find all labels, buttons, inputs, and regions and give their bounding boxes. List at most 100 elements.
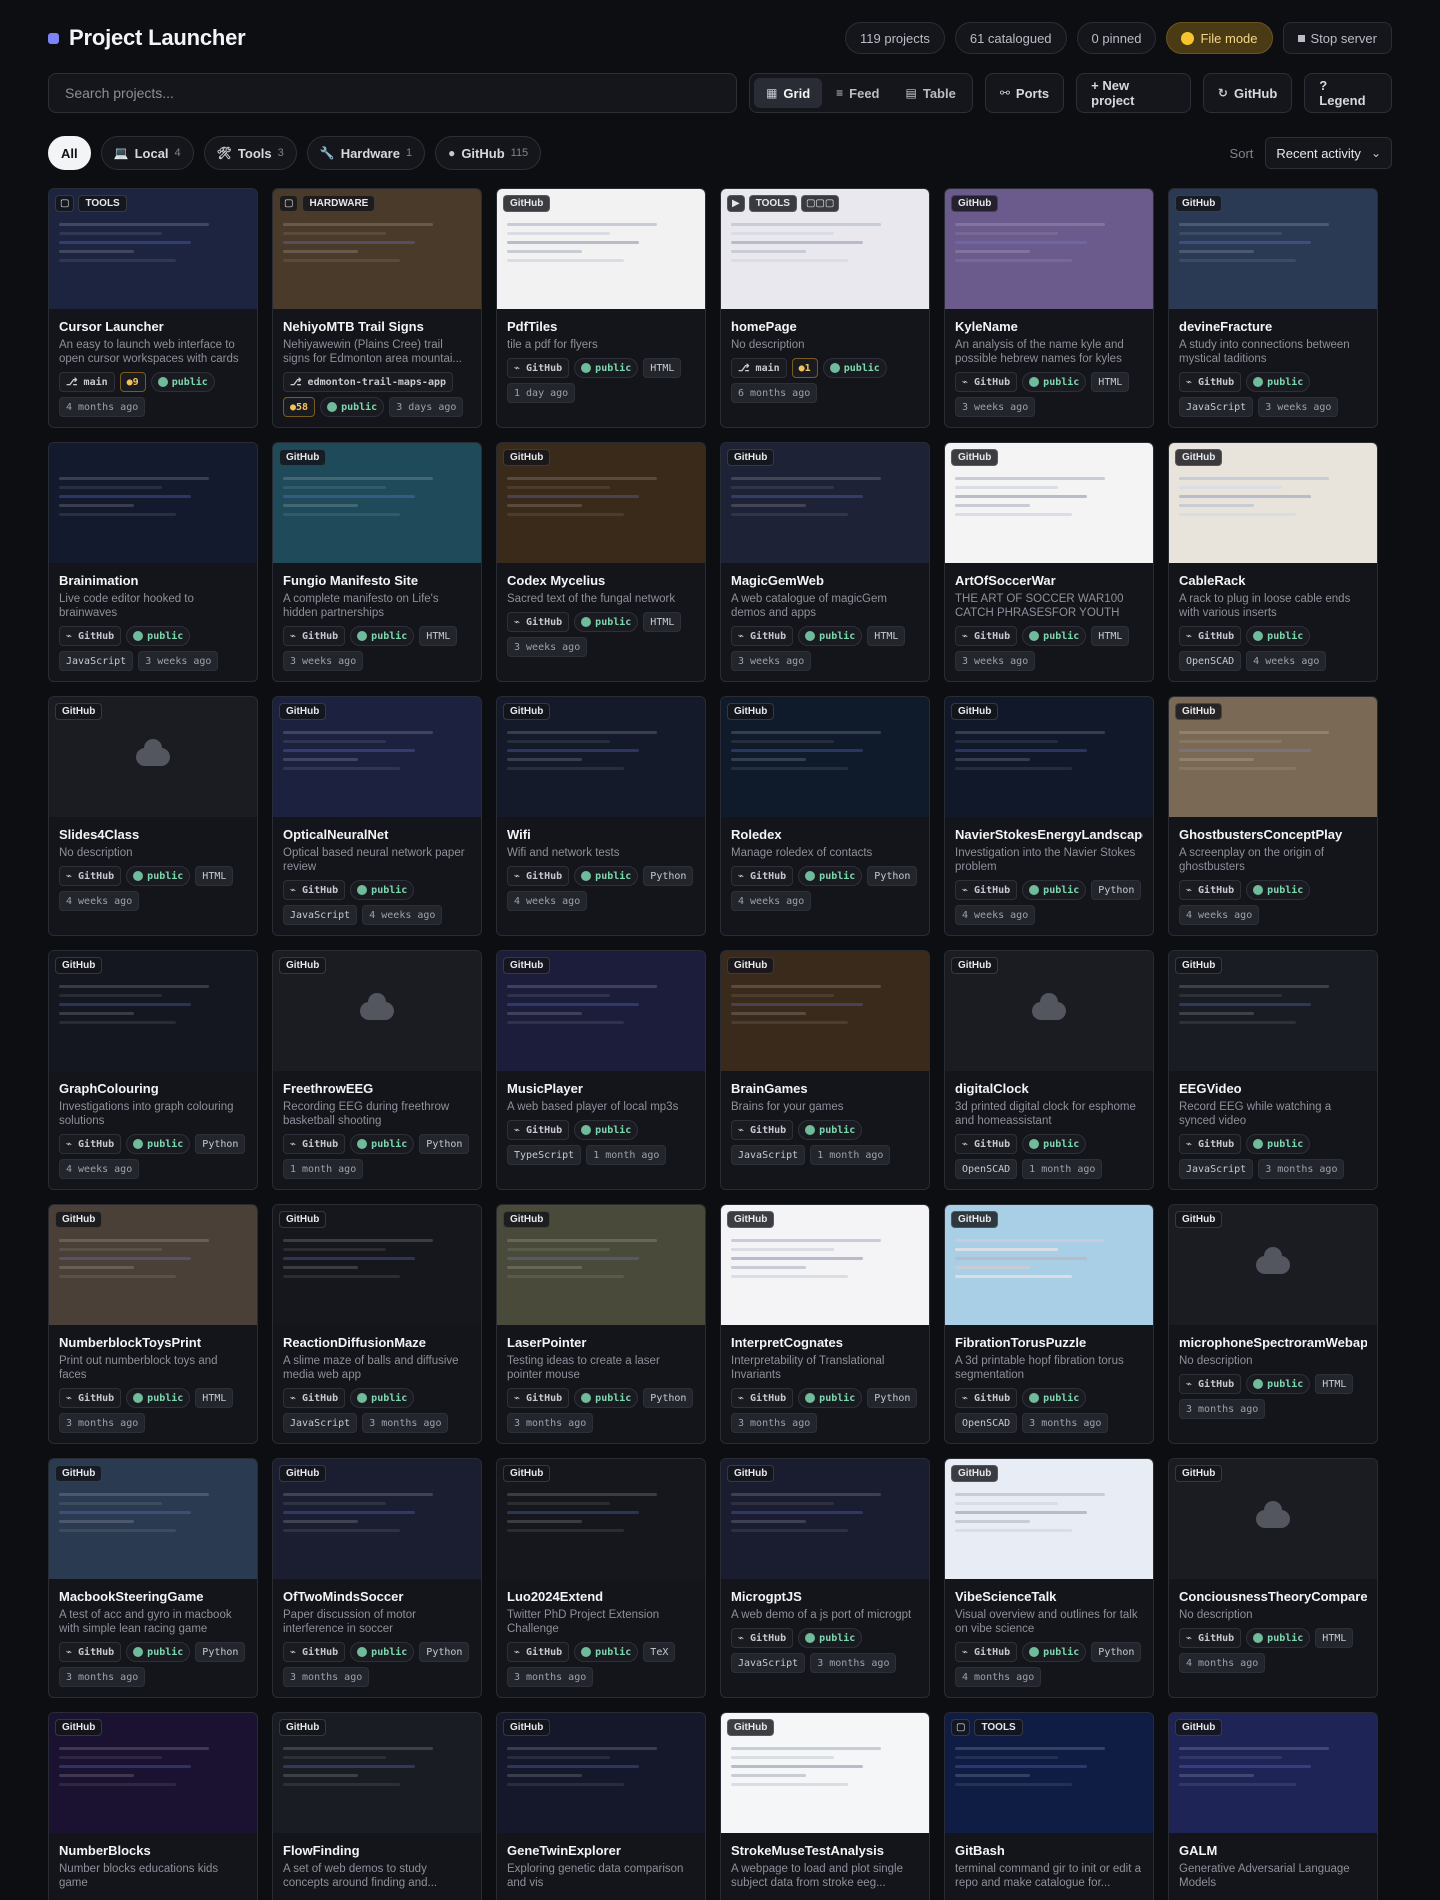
filter-tools-chip[interactable]: 🛠 Tools 3 [203,136,297,170]
view-feed-button[interactable]: ≡ Feed [824,78,891,108]
legend-button[interactable]: ? Legend [1304,73,1392,113]
preview-line [955,250,1031,253]
card-badges: GitHub [279,1465,327,1482]
project-card[interactable]: GitHub NumberblockToysPrint Print out numb… [48,1204,258,1444]
project-card[interactable]: GitHub Codex Mycelius Sacred text of the f… [496,442,706,682]
project-card[interactable]: GitHub MicrogptJS A web demo of a js port … [720,1458,930,1698]
project-card[interactable]: GitHub Wifi Wifi and network tests ⌁ GitHub… [496,696,706,936]
globe-icon [327,402,338,412]
project-card[interactable]: ▢ TOOLS GitBash terminal command gir to ini… [944,1712,1154,1900]
ports-button[interactable]: ⚯ Ports [984,73,1065,113]
sort-select[interactable]: Recent activity ⌄ [1265,137,1392,169]
preview-line [955,1783,1072,1786]
filter-tools-count: 3 [277,147,284,159]
preview-line [283,1783,400,1786]
project-card[interactable]: GitHub VibeScienceTalk Visual overview and… [944,1458,1154,1698]
thumbnail-preview [59,223,247,268]
new-project-button[interactable]: + New project [1076,73,1191,113]
project-card[interactable]: GitHub FibrationTorusPuzzle A 3d printable… [944,1204,1154,1444]
stop-server-button[interactable]: Stop server [1282,22,1392,54]
visibility-tag: public [798,1628,863,1648]
project-card[interactable]: GitHub ReactionDiffusionMaze A slime maze … [272,1204,482,1444]
preview-line [731,232,835,235]
filter-local-chip[interactable]: 💻 Local 4 [100,136,194,170]
project-card[interactable]: GitHub EEGVideo Record EEG while watching … [1168,950,1378,1190]
view-table-button[interactable]: ▤ Table [894,78,968,108]
visibility-tag: public [798,626,863,646]
project-card[interactable]: GitHub GeneTwinExplorer Exploring genetic … [496,1712,706,1900]
project-card[interactable]: GitHub devineFracture A study into connect… [1168,188,1378,428]
project-card[interactable]: GitHub MusicPlayer A web based player of l… [496,950,706,1190]
view-grid-button[interactable]: ▦ Grid [754,78,823,108]
project-thumbnail: GitHub [721,1205,929,1325]
filter-all-chip[interactable]: All [48,136,91,170]
preview-line [507,1502,611,1505]
filter-hardware-chip[interactable]: 🔧 Hardware 1 [306,136,426,170]
filter-local-label: Local [134,145,169,161]
language-tag: Python [195,1134,246,1154]
project-card[interactable]: GitHub StrokeMuseTestAnalysis A webpage to… [720,1712,930,1900]
project-card[interactable]: GitHub BrainGames Brains for your games ⌁ G… [720,950,930,1190]
project-card[interactable]: GitHub GraphColouring Investigations into … [48,950,258,1190]
file-mode-button[interactable]: File mode [1166,22,1273,54]
project-card[interactable]: GitHub CableRack A rack to plug in loose c… [1168,442,1378,682]
project-card[interactable]: GitHub Luo2024Extend Twitter PhD Project E… [496,1458,706,1698]
filter-github-chip[interactable]: ● GitHub 115 [435,136,542,170]
project-card[interactable]: GitHub InterpretCognates Interpretability … [720,1204,930,1444]
preview-line [59,985,210,988]
preview-line [507,495,639,498]
project-card[interactable]: GitHub FreethrowEEG Recording EEG during f… [272,950,482,1190]
project-card[interactable]: GitHub MacbookSteeringGame A test of acc a… [48,1458,258,1698]
visibility-tag: public [574,612,639,632]
project-card[interactable]: GitHub ConciousnessTheoryCompare No descri… [1168,1458,1378,1698]
preview-line [59,1765,191,1768]
project-card[interactable]: GitHub NavierStokesEnergyLandscape Investi… [944,696,1154,936]
thumbnail-preview [507,1239,695,1284]
card-tags: ⌁ GitHub public JavaScript 1 month ago [731,1120,919,1165]
project-card[interactable]: GitHub GALM Generative Adversarial Languag… [1168,1712,1378,1900]
thumbnail-preview [731,477,919,522]
preview-line [955,1248,1059,1251]
github-tag: ⌁ GitHub [731,1628,794,1648]
view-switcher: ▦ Grid ≡ Feed ▤ Table [749,73,973,113]
project-card[interactable]: GitHub Fungio Manifesto Site A complete ma… [272,442,482,682]
project-description: Brains for your games [731,1101,844,1113]
project-card[interactable]: GitHub ArtOfSoccerWar THE ART OF SOCCER WA… [944,442,1154,682]
globe-icon [1253,1139,1264,1149]
preview-line [59,486,163,489]
preview-line [1179,250,1255,253]
visibility-tag: public [126,866,191,886]
project-card[interactable]: GitHub digitalClock 3d printed digital clo… [944,950,1154,1190]
project-title: CableRack [1179,573,1246,588]
github-label: GitHub [1233,85,1278,101]
project-description: Interpretability of Translational Invari… [731,1355,885,1381]
project-card[interactable]: GitHub PdfTiles tile a pdf for flyers ⌁ Git… [496,188,706,428]
project-card[interactable]: GitHub OpticalNeuralNet Optical based neur… [272,696,482,936]
project-card[interactable]: GitHub microphoneSpectroramWebapp No descr… [1168,1204,1378,1444]
card-badges: GitHub [55,703,103,720]
project-card[interactable]: GitHub OfTwoMindsSoccer Paper discussion o… [272,1458,482,1698]
preview-line [507,259,624,262]
project-card[interactable]: ▶ TOOLS ▢▢▢ homePage No description ⎇ main ●1 p… [720,188,930,428]
project-card[interactable]: GitHub FlowFinding A set of web demos to s… [272,1712,482,1900]
project-card[interactable]: ▢ HARDWARE NehiyoMTB Trail Signs Nehiyawewi… [272,188,482,428]
project-card[interactable]: Brainimation Live code editor hooked to b… [48,442,258,682]
project-card[interactable]: ▢ TOOLS Cursor Launcher An easy to launch w… [48,188,258,428]
project-card[interactable]: GitHub NumberBlocks Number blocks educatio… [48,1712,258,1900]
card-body: BrainGames Brains for your games ⌁ GitHub p… [721,1071,929,1173]
project-card[interactable]: GitHub Slides4Class No description ⌁ GitHub… [48,696,258,936]
language-tag: TypeScript [507,1145,582,1165]
project-card[interactable]: GitHub Roledex Manage roledex of contacts ⌁… [720,696,930,936]
project-card[interactable]: GitHub GhostbustersConceptPlay A screenpla… [1168,696,1378,936]
preview-line [731,241,863,244]
globe-icon [1029,631,1040,641]
preview-line [955,1774,1031,1777]
project-card[interactable]: GitHub KyleName An analysis of the name ky… [944,188,1154,428]
card-badge: GitHub [55,1211,103,1228]
project-card[interactable]: GitHub LaserPointer Testing ideas to creat… [496,1204,706,1444]
card-badges: GitHub [951,703,999,720]
updated-time: 3 weeks ago [138,651,219,671]
project-card[interactable]: GitHub MagicGemWeb A web catalogue of magi… [720,442,930,682]
github-button[interactable]: ↻ GitHub [1202,73,1293,113]
search-input[interactable] [48,73,738,113]
